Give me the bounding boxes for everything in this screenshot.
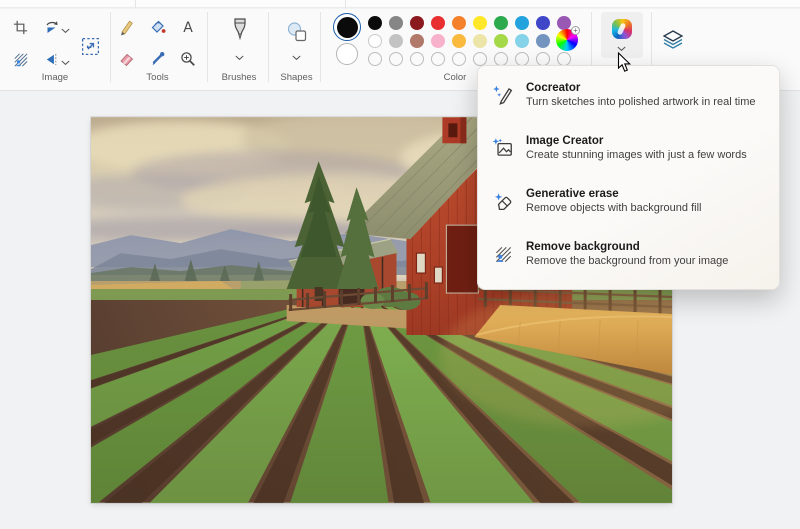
menu-item-cocreator[interactable]: Cocreator Turn sketches into polished ar…	[478, 78, 779, 131]
remove-background-icon	[492, 243, 514, 265]
mouse-cursor	[617, 52, 632, 73]
palette-row-1	[368, 16, 571, 30]
menu-item-title: Cocreator	[526, 82, 755, 94]
menu-item-description: Remove objects with background fill	[526, 202, 701, 214]
brushes-group-label: Brushes	[209, 72, 269, 83]
paint-window: Image A Tools Brushes	[0, 0, 800, 529]
fill-icon	[149, 18, 167, 36]
palette-color-swatch[interactable]	[389, 34, 403, 48]
palette-color-swatch[interactable]	[452, 34, 466, 48]
brushes-chevron-icon[interactable]	[235, 55, 244, 61]
palette-color-swatch[interactable]	[431, 16, 445, 30]
edit-colors-plus-icon[interactable]: +	[571, 26, 580, 35]
menu-item-description: Turn sketches into polished artwork in r…	[526, 96, 755, 108]
palette-color-swatch[interactable]	[473, 16, 487, 30]
eraser-icon	[117, 50, 135, 68]
background-color-selector[interactable]	[336, 43, 358, 65]
shapes-chevron-icon[interactable]	[292, 55, 301, 61]
remove-background-button[interactable]	[8, 47, 32, 71]
flip-button[interactable]	[40, 47, 64, 71]
brushes-button[interactable]	[226, 14, 254, 46]
menu-item-image-creator[interactable]: Image Creator Create stunning images wit…	[478, 131, 779, 184]
layers-icon	[661, 28, 685, 52]
copilot-icon	[612, 19, 632, 39]
palette-row-empty	[368, 52, 571, 66]
resize-icon	[80, 36, 101, 57]
palette-row-2	[368, 34, 571, 48]
palette-color-swatch[interactable]	[389, 16, 403, 30]
text-icon: A	[179, 18, 197, 36]
pencil-icon	[117, 18, 135, 36]
crop-icon	[12, 19, 29, 36]
palette-color-swatch[interactable]	[452, 16, 466, 30]
palette-empty-slot[interactable]	[515, 52, 529, 66]
palette-color-swatch[interactable]	[557, 16, 571, 30]
foreground-color-selector[interactable]	[333, 13, 361, 41]
sparkle-image-icon	[492, 137, 514, 159]
palette-empty-slot[interactable]	[389, 52, 403, 66]
brush-icon	[230, 17, 250, 43]
palette-empty-slot[interactable]	[368, 52, 382, 66]
svg-text:A: A	[183, 20, 193, 36]
menu-item-title: Generative erase	[526, 188, 701, 200]
menu-item-remove-background[interactable]: Remove background Remove the background …	[478, 237, 779, 290]
foreground-color-swatch	[337, 17, 358, 38]
title-strip	[0, 0, 800, 8]
group-separator	[207, 12, 208, 82]
palette-color-swatch[interactable]	[494, 34, 508, 48]
rotate-icon	[43, 18, 61, 36]
palette-color-swatch[interactable]	[473, 34, 487, 48]
menu-item-title: Image Creator	[526, 135, 747, 147]
flip-chevron-icon[interactable]	[61, 60, 70, 66]
shapes-icon	[285, 20, 309, 44]
sparkle-pencil-icon	[492, 84, 514, 106]
magnifier-tool-button[interactable]	[176, 47, 200, 71]
palette-color-swatch[interactable]	[368, 16, 382, 30]
fill-tool-button[interactable]	[146, 15, 170, 39]
text-tool-button[interactable]: A	[176, 15, 200, 39]
palette-color-swatch[interactable]	[536, 34, 550, 48]
palette-color-swatch[interactable]	[410, 16, 424, 30]
pencil-tool-button[interactable]	[114, 15, 138, 39]
magnifier-icon	[179, 50, 197, 68]
rotate-chevron-icon[interactable]	[61, 28, 70, 34]
menu-item-description: Remove the background from your image	[526, 255, 728, 267]
layers-button[interactable]	[659, 26, 687, 54]
color-picker-icon	[149, 50, 167, 68]
tab-divider	[345, 0, 346, 8]
palette-empty-slot[interactable]	[410, 52, 424, 66]
palette-empty-slot[interactable]	[452, 52, 466, 66]
shapes-group-label: Shapes	[269, 72, 324, 83]
shapes-button[interactable]	[282, 17, 312, 47]
eraser-tool-button[interactable]	[114, 47, 138, 71]
palette-empty-slot[interactable]	[431, 52, 445, 66]
flip-icon	[44, 51, 61, 68]
menu-item-title: Remove background	[526, 241, 728, 253]
palette-empty-slot[interactable]	[494, 52, 508, 66]
tools-group-label: Tools	[115, 72, 200, 83]
group-separator	[110, 12, 111, 82]
menu-item-generative-erase[interactable]: Generative erase Remove objects with bac…	[478, 184, 779, 237]
copilot-dropdown-menu: Cocreator Turn sketches into polished ar…	[477, 65, 780, 290]
group-separator	[320, 12, 321, 82]
palette-color-swatch[interactable]	[410, 34, 424, 48]
palette-empty-slot[interactable]	[536, 52, 550, 66]
rotate-button[interactable]	[40, 15, 64, 39]
palette-color-swatch[interactable]	[515, 34, 529, 48]
sparkle-eraser-icon	[492, 190, 514, 212]
palette-color-swatch[interactable]	[494, 16, 508, 30]
resize-button[interactable]	[75, 31, 105, 61]
color-picker-tool-button[interactable]	[146, 47, 170, 71]
palette-empty-slot[interactable]	[557, 52, 571, 66]
palette-color-swatch[interactable]	[431, 34, 445, 48]
palette-color-swatch[interactable]	[515, 16, 529, 30]
tab-divider	[135, 0, 136, 8]
palette-color-swatch[interactable]	[368, 34, 382, 48]
image-group-label: Image	[10, 72, 100, 83]
remove-background-icon	[12, 51, 29, 68]
menu-item-description: Create stunning images with just a few w…	[526, 149, 747, 161]
palette-empty-slot[interactable]	[473, 52, 487, 66]
palette-color-swatch[interactable]	[536, 16, 550, 30]
crop-button[interactable]	[8, 15, 32, 39]
